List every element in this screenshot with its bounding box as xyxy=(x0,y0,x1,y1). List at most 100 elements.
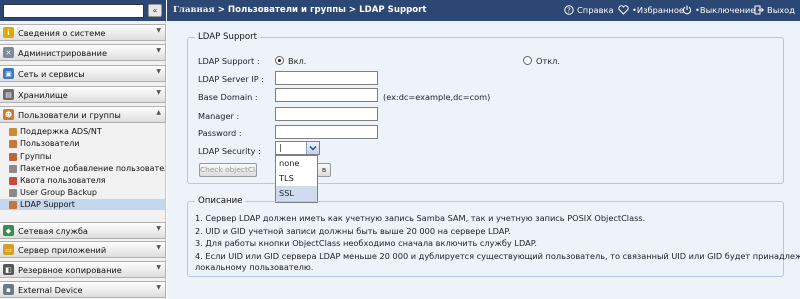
user-icon xyxy=(9,139,17,148)
breadcrumb: Главная > Пользователи и группы > LDAP S… xyxy=(173,5,427,15)
description-line: 3. Для работы кнопки ObjectClass необход… xyxy=(195,238,537,248)
password-input[interactable] xyxy=(275,125,378,139)
users-icon: ☻ xyxy=(3,109,14,120)
sidebar-section-network[interactable]: ▣ Сеть и сервисы ▼ xyxy=(0,65,166,82)
sidebar-section-system-info[interactable]: i Сведения о системе ▼ xyxy=(0,24,166,41)
sidebar-section-storage[interactable]: ▤ Хранилище ▼ xyxy=(0,86,166,103)
sidebar-section-backup[interactable]: ◧ Резервное копирование ▼ xyxy=(0,261,166,278)
ldap-off-label: Откл. xyxy=(536,56,560,66)
ldap-security-select[interactable]: | xyxy=(275,141,320,155)
sidebar-section-label: Сведения о системе xyxy=(18,27,106,38)
ldap-security-label: LDAP Security : xyxy=(198,146,261,156)
description-line: 1. Сервер LDAP должен иметь как учетную … xyxy=(195,213,646,223)
breadcrumb-home-link[interactable]: Главная xyxy=(173,5,215,15)
expand-arrow-icon: ▼ xyxy=(156,47,161,54)
sidebar-section-network-service[interactable]: ◆ Сетевая служба ▼ xyxy=(0,222,166,239)
group-icon xyxy=(9,152,17,161)
ldap-on-radio[interactable] xyxy=(275,56,284,65)
favorites-label: •Избранное xyxy=(632,5,685,15)
usb-icon: ▪ xyxy=(3,284,14,295)
apply-button[interactable]: в xyxy=(317,163,331,177)
sidebar-section-label: Администрирование xyxy=(18,47,107,58)
security-option-ssl[interactable]: SSL xyxy=(276,186,317,201)
sidebar: « i Сведения о системе ▼ ✕ Администриров… xyxy=(0,0,166,299)
help-label: Справка xyxy=(577,5,614,15)
password-label: Password : xyxy=(198,128,242,138)
expand-arrow-icon: ▼ xyxy=(156,27,161,34)
ldap-security-options: none TLS SSL xyxy=(275,155,318,203)
network-icon: ▣ xyxy=(3,68,14,79)
logout-link[interactable]: Выход xyxy=(754,5,795,15)
sidebar-item-label: Пакетное добавление пользователей xyxy=(20,164,165,173)
server-ip-label: LDAP Server IP : xyxy=(198,74,265,84)
tools-icon: ✕ xyxy=(3,47,14,58)
header-bar: Главная > Пользователи и группы > LDAP S… xyxy=(167,0,800,21)
service-icon: ◆ xyxy=(3,225,14,236)
base-domain-label: Base Domain : xyxy=(198,92,258,102)
app-server-icon: ▭ xyxy=(3,244,14,255)
shutdown-label: •Выключение xyxy=(695,5,756,15)
expand-arrow-icon: ▼ xyxy=(156,89,161,96)
sidebar-section-users-groups[interactable]: ☻ Пользователи и группы ▲ xyxy=(0,106,166,123)
help-icon: ? xyxy=(564,5,574,15)
expand-arrow-icon: ▼ xyxy=(156,68,161,75)
sidebar-item-label: Поддержка ADS/NT xyxy=(20,127,102,136)
expand-arrow-icon: ▼ xyxy=(156,264,161,271)
info-icon: i xyxy=(3,27,14,38)
logout-label: Выход xyxy=(767,5,795,15)
sidebar-section-app-server[interactable]: ▭ Сервер приложений ▼ xyxy=(0,241,166,258)
base-domain-hint: (ex:dc=example,dc=com) xyxy=(383,92,491,102)
ldap-icon xyxy=(9,200,17,209)
sidebar-item-users[interactable]: Пользователи xyxy=(9,138,165,149)
description-line: локальному пользователю. xyxy=(195,262,314,272)
sidebar-section-label: Резервное копирование xyxy=(18,264,122,275)
sidebar-item-groups[interactable]: Группы xyxy=(9,151,165,162)
ldap-support-label: LDAP Support : xyxy=(198,56,260,66)
ldap-security-value: | xyxy=(279,143,282,152)
sidebar-section-label: Хранилище xyxy=(18,89,68,100)
sidebar-section-label: Сеть и сервисы xyxy=(18,68,85,79)
ldap-on-label: Вкл. xyxy=(288,56,307,66)
security-option-tls[interactable]: TLS xyxy=(276,171,317,186)
quota-icon xyxy=(9,176,17,185)
search-input[interactable] xyxy=(3,4,144,18)
expand-arrow-icon: ▼ xyxy=(156,225,161,232)
base-domain-input[interactable] xyxy=(275,88,378,102)
sidebar-section-administration[interactable]: ✕ Администрирование ▼ xyxy=(0,44,166,61)
sidebar-section-label: External Device xyxy=(18,284,83,295)
sidebar-item-label: User Group Backup xyxy=(20,188,97,197)
power-icon xyxy=(682,5,692,15)
shutdown-link[interactable]: •Выключение xyxy=(682,5,755,15)
ads-icon xyxy=(9,127,17,136)
favorites-link[interactable]: •Избранное xyxy=(618,5,684,15)
manager-input[interactable] xyxy=(275,107,378,121)
ldap-support-legend: LDAP Support xyxy=(195,32,261,42)
backup-icon xyxy=(9,188,17,197)
sidebar-item-ldap-support[interactable]: LDAP Support xyxy=(0,199,165,210)
heart-icon xyxy=(618,5,629,15)
expand-arrow-icon: ▼ xyxy=(156,244,161,251)
ldap-off-radio[interactable] xyxy=(523,56,532,65)
backup-icon: ◧ xyxy=(3,264,14,275)
logout-icon xyxy=(754,5,764,15)
sidebar-item-ads-nt[interactable]: Поддержка ADS/NT xyxy=(9,126,165,137)
description-line: 2. UID и GID учетной записи должны быть … xyxy=(195,226,511,236)
help-link[interactable]: ? Справка xyxy=(564,5,614,15)
sidebar-item-label: Квота пользователя xyxy=(20,176,106,185)
sidebar-section-label: Сетевая служба xyxy=(18,225,88,236)
security-option-none[interactable]: none xyxy=(276,156,317,171)
dropdown-arrow-icon[interactable] xyxy=(306,142,319,154)
description-line: 4. Если UID или GID сервера LDAP меньше … xyxy=(195,251,800,261)
sidebar-section-external-device[interactable]: ▪ External Device ▼ xyxy=(0,281,166,298)
sidebar-item-user-group-backup[interactable]: User Group Backup xyxy=(9,187,165,198)
collapse-arrow-icon: ▲ xyxy=(156,109,161,116)
check-objectclass-button[interactable]: Check objectClass xyxy=(199,163,257,177)
server-ip-input[interactable] xyxy=(275,71,378,85)
breadcrumb-path: > Пользователи и группы > LDAP Support xyxy=(214,5,427,15)
manager-label: Manager : xyxy=(198,111,240,121)
storage-icon: ▤ xyxy=(3,89,14,100)
collapse-sidebar-button[interactable]: « xyxy=(148,4,162,17)
sidebar-section-label: Сервер приложений xyxy=(18,244,107,255)
sidebar-item-batch-add[interactable]: Пакетное добавление пользователей xyxy=(9,163,165,174)
sidebar-item-user-quota[interactable]: Квота пользователя xyxy=(9,175,165,186)
